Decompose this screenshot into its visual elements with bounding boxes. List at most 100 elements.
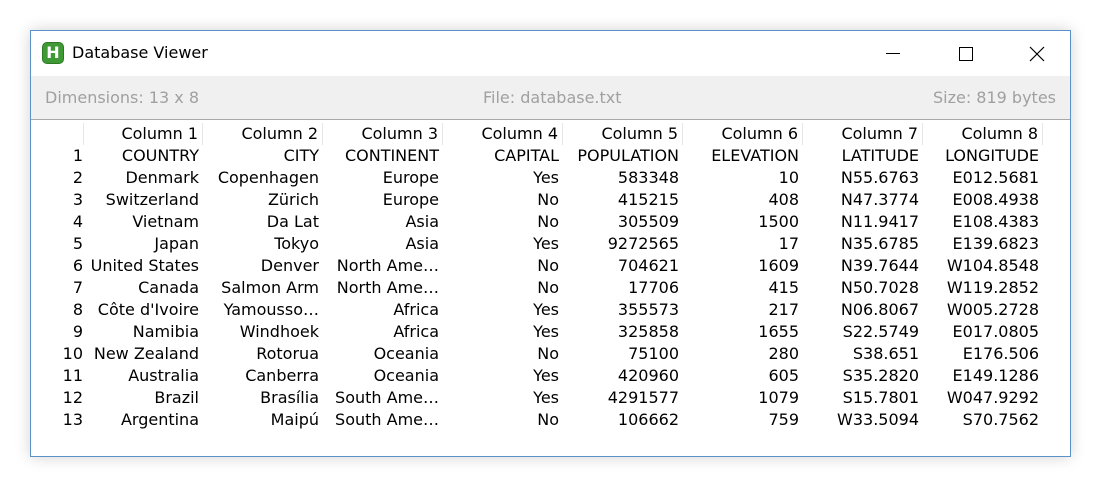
table-cell[interactable]: Yes [443,365,563,387]
table-cell[interactable]: Asia [323,211,443,233]
table-cell[interactable]: CONTINENT [323,145,443,167]
table-cell[interactable]: Oceania [323,343,443,365]
table-cell[interactable]: Rotorua [203,343,323,365]
table-cell[interactable]: Yes [443,167,563,189]
table-row[interactable]: 5 Japan Tokyo Asia Yes 9272565 17 N35.6785 E139.… [31,233,1070,255]
table-cell[interactable]: No [443,277,563,299]
table-cell[interactable]: Yes [443,233,563,255]
table-cell[interactable]: 1655 [683,321,803,343]
close-button[interactable] [1014,31,1060,76]
table-cell[interactable]: 583348 [563,167,683,189]
table-cell[interactable]: Africa [323,299,443,321]
table-cell[interactable]: Tokyo [203,233,323,255]
table-cell[interactable]: S22.5749 [803,321,923,343]
table-cell[interactable]: 305509 [563,211,683,233]
table-cell[interactable]: N50.7028 [803,277,923,299]
table-cell[interactable]: No [443,409,563,431]
column-header[interactable]: Column 2 [203,123,323,145]
table-cell[interactable]: No [443,189,563,211]
table-row[interactable]: 7 Canada Salmon Arm North Ame… No 17706 415 N50… [31,277,1070,299]
table-cell[interactable]: 106662 [563,409,683,431]
table-cell[interactable]: South Ame… [323,387,443,409]
table-cell[interactable]: 325858 [563,321,683,343]
table-cell[interactable]: 759 [683,409,803,431]
table-row[interactable]: 11 Australia Canberra Oceania Yes 420960 605 S3… [31,365,1070,387]
table-cell[interactable]: Australia [83,365,203,387]
table-cell[interactable]: Denmark [83,167,203,189]
table-cell[interactable]: Da Lat [203,211,323,233]
column-header[interactable]: Column 3 [323,123,443,145]
table-cell[interactable]: Yamousso… [203,299,323,321]
table-cell[interactable]: E108.4383 [923,211,1043,233]
table-cell[interactable]: 408 [683,189,803,211]
table-cell[interactable]: 1500 [683,211,803,233]
table-cell[interactable]: CAPITAL [443,145,563,167]
table-cell[interactable]: W33.5094 [803,409,923,431]
table-cell[interactable]: E149.1286 [923,365,1043,387]
table-cell[interactable]: Yes [443,387,563,409]
table-cell[interactable]: W005.2728 [923,299,1043,321]
table-cell[interactable]: N55.6763 [803,167,923,189]
table-cell[interactable]: Canberra [203,365,323,387]
table-cell[interactable]: Argentina [83,409,203,431]
column-header[interactable]: Column 1 [83,123,203,145]
column-header[interactable]: Column 8 [923,123,1043,145]
column-header[interactable]: Column 4 [443,123,563,145]
table-cell[interactable]: W104.8548 [923,255,1043,277]
table-cell[interactable]: 75100 [563,343,683,365]
table-cell[interactable]: 415 [683,277,803,299]
table-cell[interactable]: 17706 [563,277,683,299]
table-cell[interactable]: 17 [683,233,803,255]
table-cell[interactable]: No [443,343,563,365]
table-row[interactable]: 2 Denmark Copenhagen Europe Yes 583348 10 N55.6… [31,167,1070,189]
table-cell[interactable]: Maipú [203,409,323,431]
table-cell[interactable]: Yes [443,299,563,321]
table-cell[interactable]: CITY [203,145,323,167]
table-cell[interactable]: North Ame… [323,277,443,299]
table-cell[interactable]: Europe [323,189,443,211]
table-cell[interactable]: POPULATION [563,145,683,167]
table-cell[interactable]: E139.6823 [923,233,1043,255]
table-cell[interactable]: N06.8067 [803,299,923,321]
table-cell[interactable]: Asia [323,233,443,255]
table-cell[interactable]: 605 [683,365,803,387]
table-cell[interactable]: United States [83,255,203,277]
column-header[interactable]: Column 5 [563,123,683,145]
table-cell[interactable]: ELEVATION [683,145,803,167]
table-row[interactable]: 4 Vietnam Da Lat Asia No 305509 1500 N11.9417 E1… [31,211,1070,233]
table-cell[interactable]: Brasília [203,387,323,409]
table-cell[interactable]: S70.7562 [923,409,1043,431]
table-cell[interactable]: Switzerland [83,189,203,211]
table-cell[interactable]: 704621 [563,255,683,277]
table-cell[interactable]: Windhoek [203,321,323,343]
table-cell[interactable]: Africa [323,321,443,343]
table-cell[interactable]: 420960 [563,365,683,387]
title-bar[interactable]: H Database Viewer [31,31,1070,76]
table-cell[interactable]: Oceania [323,365,443,387]
table-cell[interactable]: LATITUDE [803,145,923,167]
table-cell[interactable]: S35.2820 [803,365,923,387]
table-row[interactable]: 1 COUNTRY CITY CONTINENT CAPITAL POPULATION EL… [31,145,1070,167]
table-cell[interactable]: Namibia [83,321,203,343]
table-cell[interactable]: Vietnam [83,211,203,233]
table-cell[interactable]: E012.5681 [923,167,1043,189]
table-row[interactable]: 3 Switzerland Zürich Europe No 415215 408 N47.3… [31,189,1070,211]
table-cell[interactable]: 4291577 [563,387,683,409]
table-row[interactable]: 8 Côte d'Ivoire Yamousso… Africa Yes 355573 21… [31,299,1070,321]
data-grid[interactable]: Column 1 Column 2 Column 3 Column 4 Colu… [31,121,1070,441]
table-cell[interactable]: No [443,211,563,233]
table-cell[interactable]: Copenhagen [203,167,323,189]
table-cell[interactable]: Côte d'Ivoire [83,299,203,321]
table-cell[interactable]: North Ame… [323,255,443,277]
table-cell[interactable]: N47.3774 [803,189,923,211]
table-cell[interactable]: 10 [683,167,803,189]
table-cell[interactable]: COUNTRY [83,145,203,167]
table-cell[interactable]: 217 [683,299,803,321]
table-cell[interactable]: 1609 [683,255,803,277]
table-cell[interactable]: No [443,255,563,277]
column-header[interactable]: Column 6 [683,123,803,145]
table-cell[interactable]: Canada [83,277,203,299]
table-cell[interactable]: Brazil [83,387,203,409]
table-cell[interactable]: E008.4938 [923,189,1043,211]
table-cell[interactable]: South Ame… [323,409,443,431]
